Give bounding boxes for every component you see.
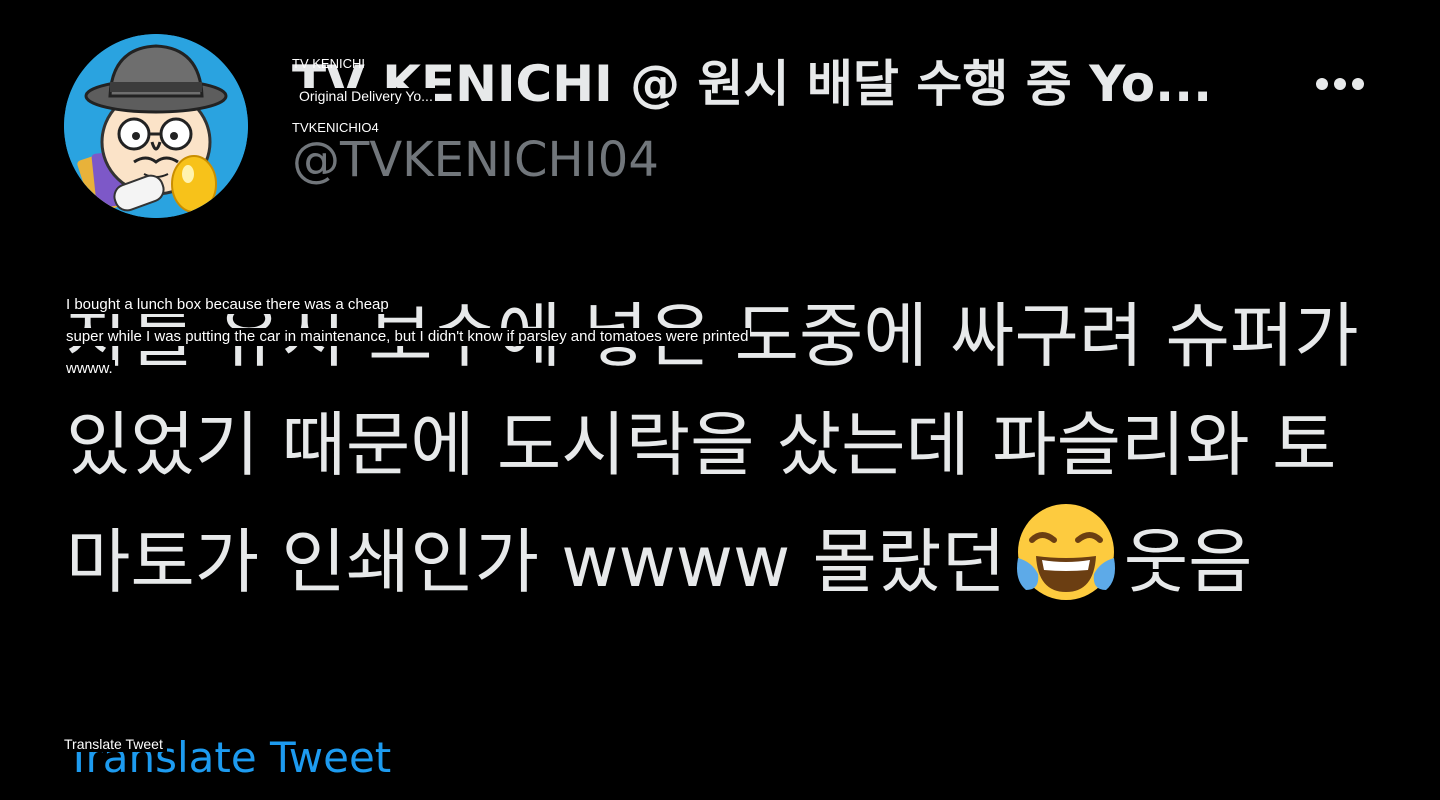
translated-name-line-2: Original Delivery Yo... (297, 88, 435, 104)
avatar[interactable] (64, 34, 248, 218)
more-options-icon (1316, 78, 1328, 90)
translated-translate-label: Translate Tweet (64, 736, 167, 752)
translated-tweet-text: I bought a lunch box because there was a… (66, 289, 751, 385)
translated-line-2: super while I was putting the car in mai… (66, 328, 751, 346)
more-options-icon-dot (1334, 78, 1346, 90)
user-handle[interactable]: @TVKENICHI04 (292, 132, 659, 188)
tweet-text-ending: 웃음 (1123, 521, 1253, 603)
translated-name-line-1: TV KENICHI (292, 56, 365, 71)
more-options-button[interactable] (1308, 60, 1372, 108)
translated-line-1: I bought a lunch box because there was a… (66, 296, 391, 314)
face-with-tears-of-joy-icon (1014, 500, 1118, 604)
translated-handle: TVKENICHIO4 (292, 120, 379, 135)
more-options-icon-dot (1352, 78, 1364, 90)
avatar-illustration (64, 34, 248, 218)
translated-line-3: wwww. (66, 360, 115, 378)
display-name[interactable]: TV KENICHI @ 원시 배달 수행 중 Yo... (292, 52, 1252, 116)
